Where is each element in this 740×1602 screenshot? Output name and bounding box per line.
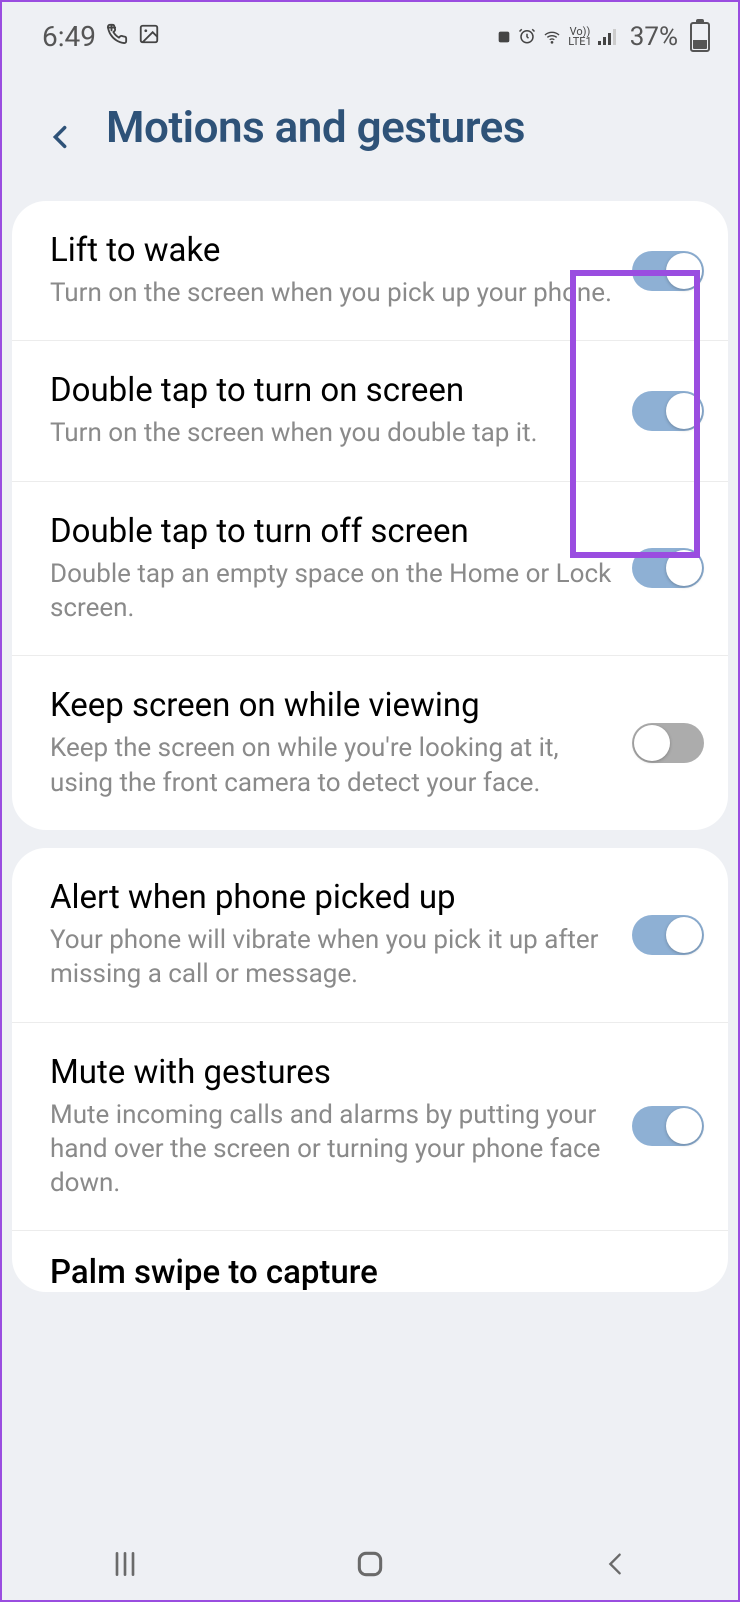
setting-description: Double tap an empty space on the Home or… [50, 557, 614, 626]
back-button[interactable] [590, 1539, 640, 1589]
back-icon[interactable] [46, 113, 74, 141]
signal-icon [598, 23, 618, 51]
setting-alert-picked-up[interactable]: Alert when phone picked up Your phone wi… [12, 848, 728, 1023]
setting-title: Mute with gestures [50, 1053, 614, 1092]
setting-keep-screen-on[interactable]: Keep screen on while viewing Keep the sc… [12, 656, 728, 830]
setting-lift-to-wake[interactable]: Lift to wake Turn on the screen when you… [12, 201, 728, 341]
setting-title: Double tap to turn on screen [50, 371, 614, 410]
toggle-lift-to-wake[interactable] [632, 251, 704, 291]
status-right: Vo)) LTE1 37% [496, 22, 710, 52]
lte-indicator: Vo)) LTE1 [568, 27, 591, 46]
toggle-keep-screen-on[interactable] [632, 723, 704, 763]
app-icon [496, 23, 512, 51]
setting-description: Mute incoming calls and alarms by puttin… [50, 1098, 614, 1201]
settings-card-2: Alert when phone picked up Your phone wi… [12, 848, 728, 1293]
gallery-icon [138, 23, 160, 51]
setting-title: Palm swipe to capture [50, 1253, 704, 1292]
setting-title: Lift to wake [50, 231, 614, 270]
setting-mute-gestures[interactable]: Mute with gestures Mute incoming calls a… [12, 1023, 728, 1232]
navigation-bar [2, 1528, 738, 1600]
setting-description: Keep the screen on while you're looking … [50, 731, 614, 800]
header: Motions and gestures [2, 59, 738, 201]
setting-description: Your phone will vibrate when you pick it… [50, 923, 614, 992]
missed-call-icon [106, 23, 128, 51]
battery-icon [690, 22, 710, 52]
clock-time: 6:49 [42, 20, 96, 53]
setting-title: Alert when phone picked up [50, 878, 614, 917]
setting-double-tap-on[interactable]: Double tap to turn on screen Turn on the… [12, 341, 728, 481]
toggle-mute-gestures[interactable] [632, 1106, 704, 1146]
page-title: Motions and gestures [106, 101, 525, 153]
status-bar: 6:49 Vo)) LTE1 37% [2, 2, 738, 59]
status-left: 6:49 [42, 20, 160, 53]
wifi-icon [542, 23, 562, 51]
recents-button[interactable] [100, 1539, 150, 1589]
toggle-double-tap-off[interactable] [632, 548, 704, 588]
toggle-alert-picked-up[interactable] [632, 915, 704, 955]
setting-double-tap-off[interactable]: Double tap to turn off screen Double tap… [12, 482, 728, 657]
setting-description: Turn on the screen when you double tap i… [50, 416, 614, 450]
battery-percentage: 37% [630, 22, 678, 52]
setting-description: Turn on the screen when you pick up your… [50, 276, 614, 310]
settings-card-1: Lift to wake Turn on the screen when you… [12, 201, 728, 830]
setting-title: Double tap to turn off screen [50, 512, 614, 551]
setting-palm-swipe[interactable]: Palm swipe to capture [12, 1231, 728, 1292]
setting-title: Keep screen on while viewing [50, 686, 614, 725]
alarm-icon [518, 23, 536, 51]
toggle-double-tap-on[interactable] [632, 391, 704, 431]
home-button[interactable] [345, 1539, 395, 1589]
